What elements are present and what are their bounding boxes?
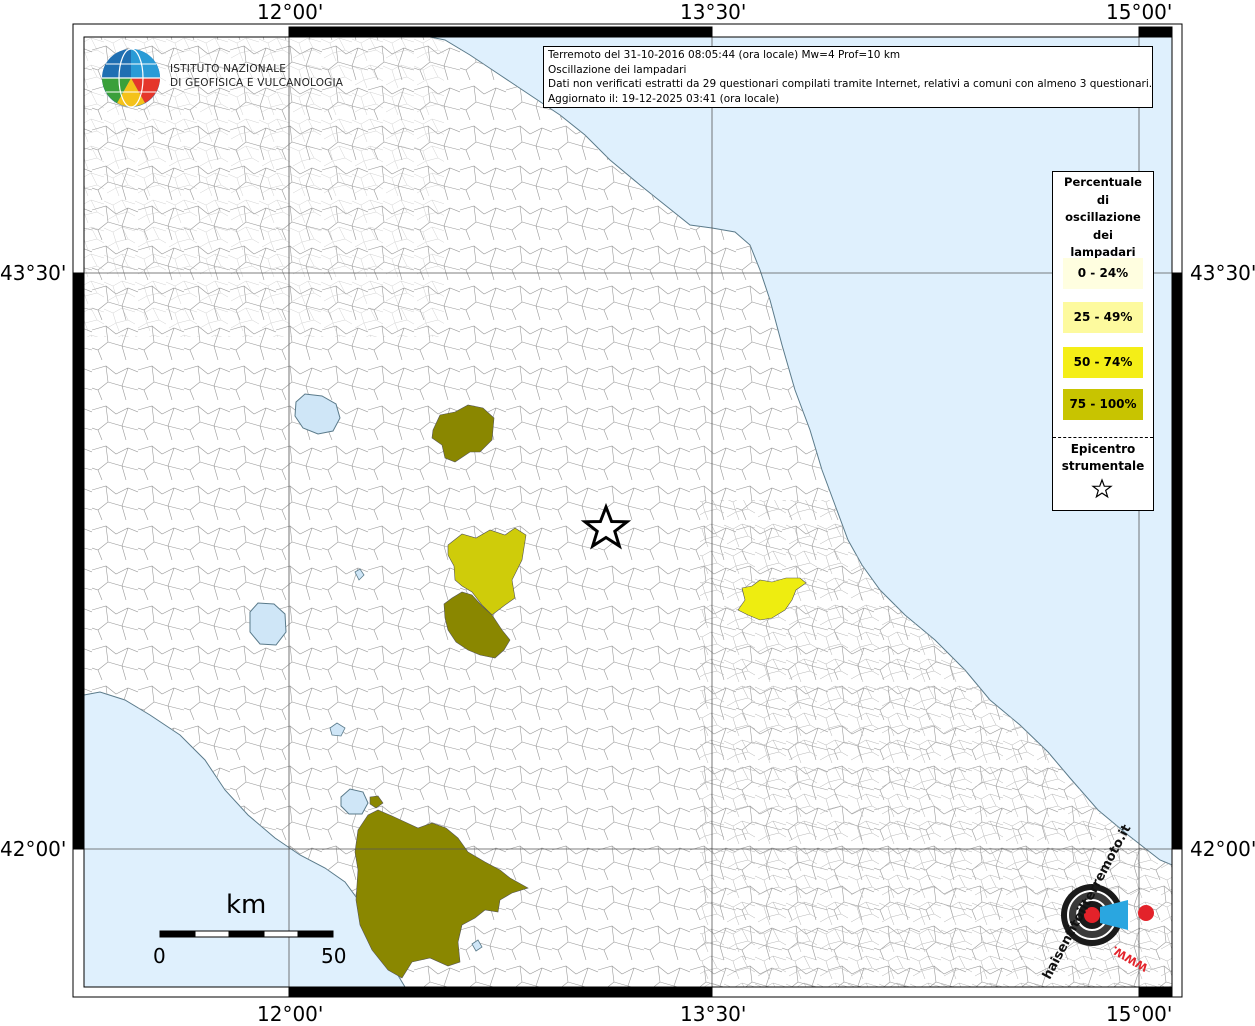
legend: Percentuale di oscillazione dei lampadari 0 … (1052, 171, 1154, 511)
lon-label-bottom-2: 13°30' (680, 1002, 747, 1026)
data-note: Dati non verificati estratti da 29 quest… (548, 78, 1153, 91)
ingv-line-2: DI GEOFISICA E VULCANOLOGIA (170, 77, 344, 89)
ingv-line-1: ISTITUTO NAZIONALE (170, 63, 287, 75)
scale-unit: km (226, 890, 267, 920)
legend-item-0-24: 0 - 24% (1063, 258, 1143, 289)
lon-label-bottom-1: 12°00' (257, 1002, 324, 1026)
event-info-box: Terremoto del 31-10-2016 08:05:44 (ora l… (543, 46, 1153, 108)
lon-label-bottom-3: 15°00' (1106, 1002, 1173, 1026)
scale-bar (159, 930, 334, 938)
legend-item-75-100: 75 - 100% (1063, 389, 1143, 420)
legend-item-50-74: 50 - 74% (1063, 347, 1143, 378)
ingv-logo-icon (102, 48, 160, 108)
lon-label-top-1: 12°00' (257, 0, 324, 24)
event-title: Terremoto del 31-10-2016 08:05:44 (ora l… (548, 49, 901, 61)
scale-max: 50 (321, 944, 347, 968)
lat-label-right-1: 43°30' (1190, 261, 1255, 285)
legend-separator (1053, 437, 1153, 438)
lon-label-top-3: 15°00' (1106, 0, 1173, 24)
legend-star-icon (1091, 478, 1113, 499)
ingv-logo-text: ISTITUTO NAZIONALE DI GEOFISICA E VULCAN… (170, 62, 343, 90)
scale-min: 0 (153, 944, 166, 968)
lat-label-left-2: 42°00' (0, 837, 67, 861)
updated-timestamp: Aggiornato il: 19-12-2025 03:41 (ora loc… (548, 92, 780, 105)
legend-epicenter-label: Epicentro strumentale (1061, 442, 1145, 473)
legend-item-25-49: 25 - 49% (1063, 302, 1143, 333)
lat-label-left-1: 43°30' (0, 261, 67, 285)
legend-title: Percentuale di oscillazione dei lampadari (1064, 175, 1142, 259)
intensity-map (72, 23, 1183, 998)
map-subject: Oscillazione dei lampadari (548, 63, 687, 76)
lat-label-right-2: 42°00' (1190, 837, 1255, 861)
lon-label-top-2: 13°30' (680, 0, 747, 24)
